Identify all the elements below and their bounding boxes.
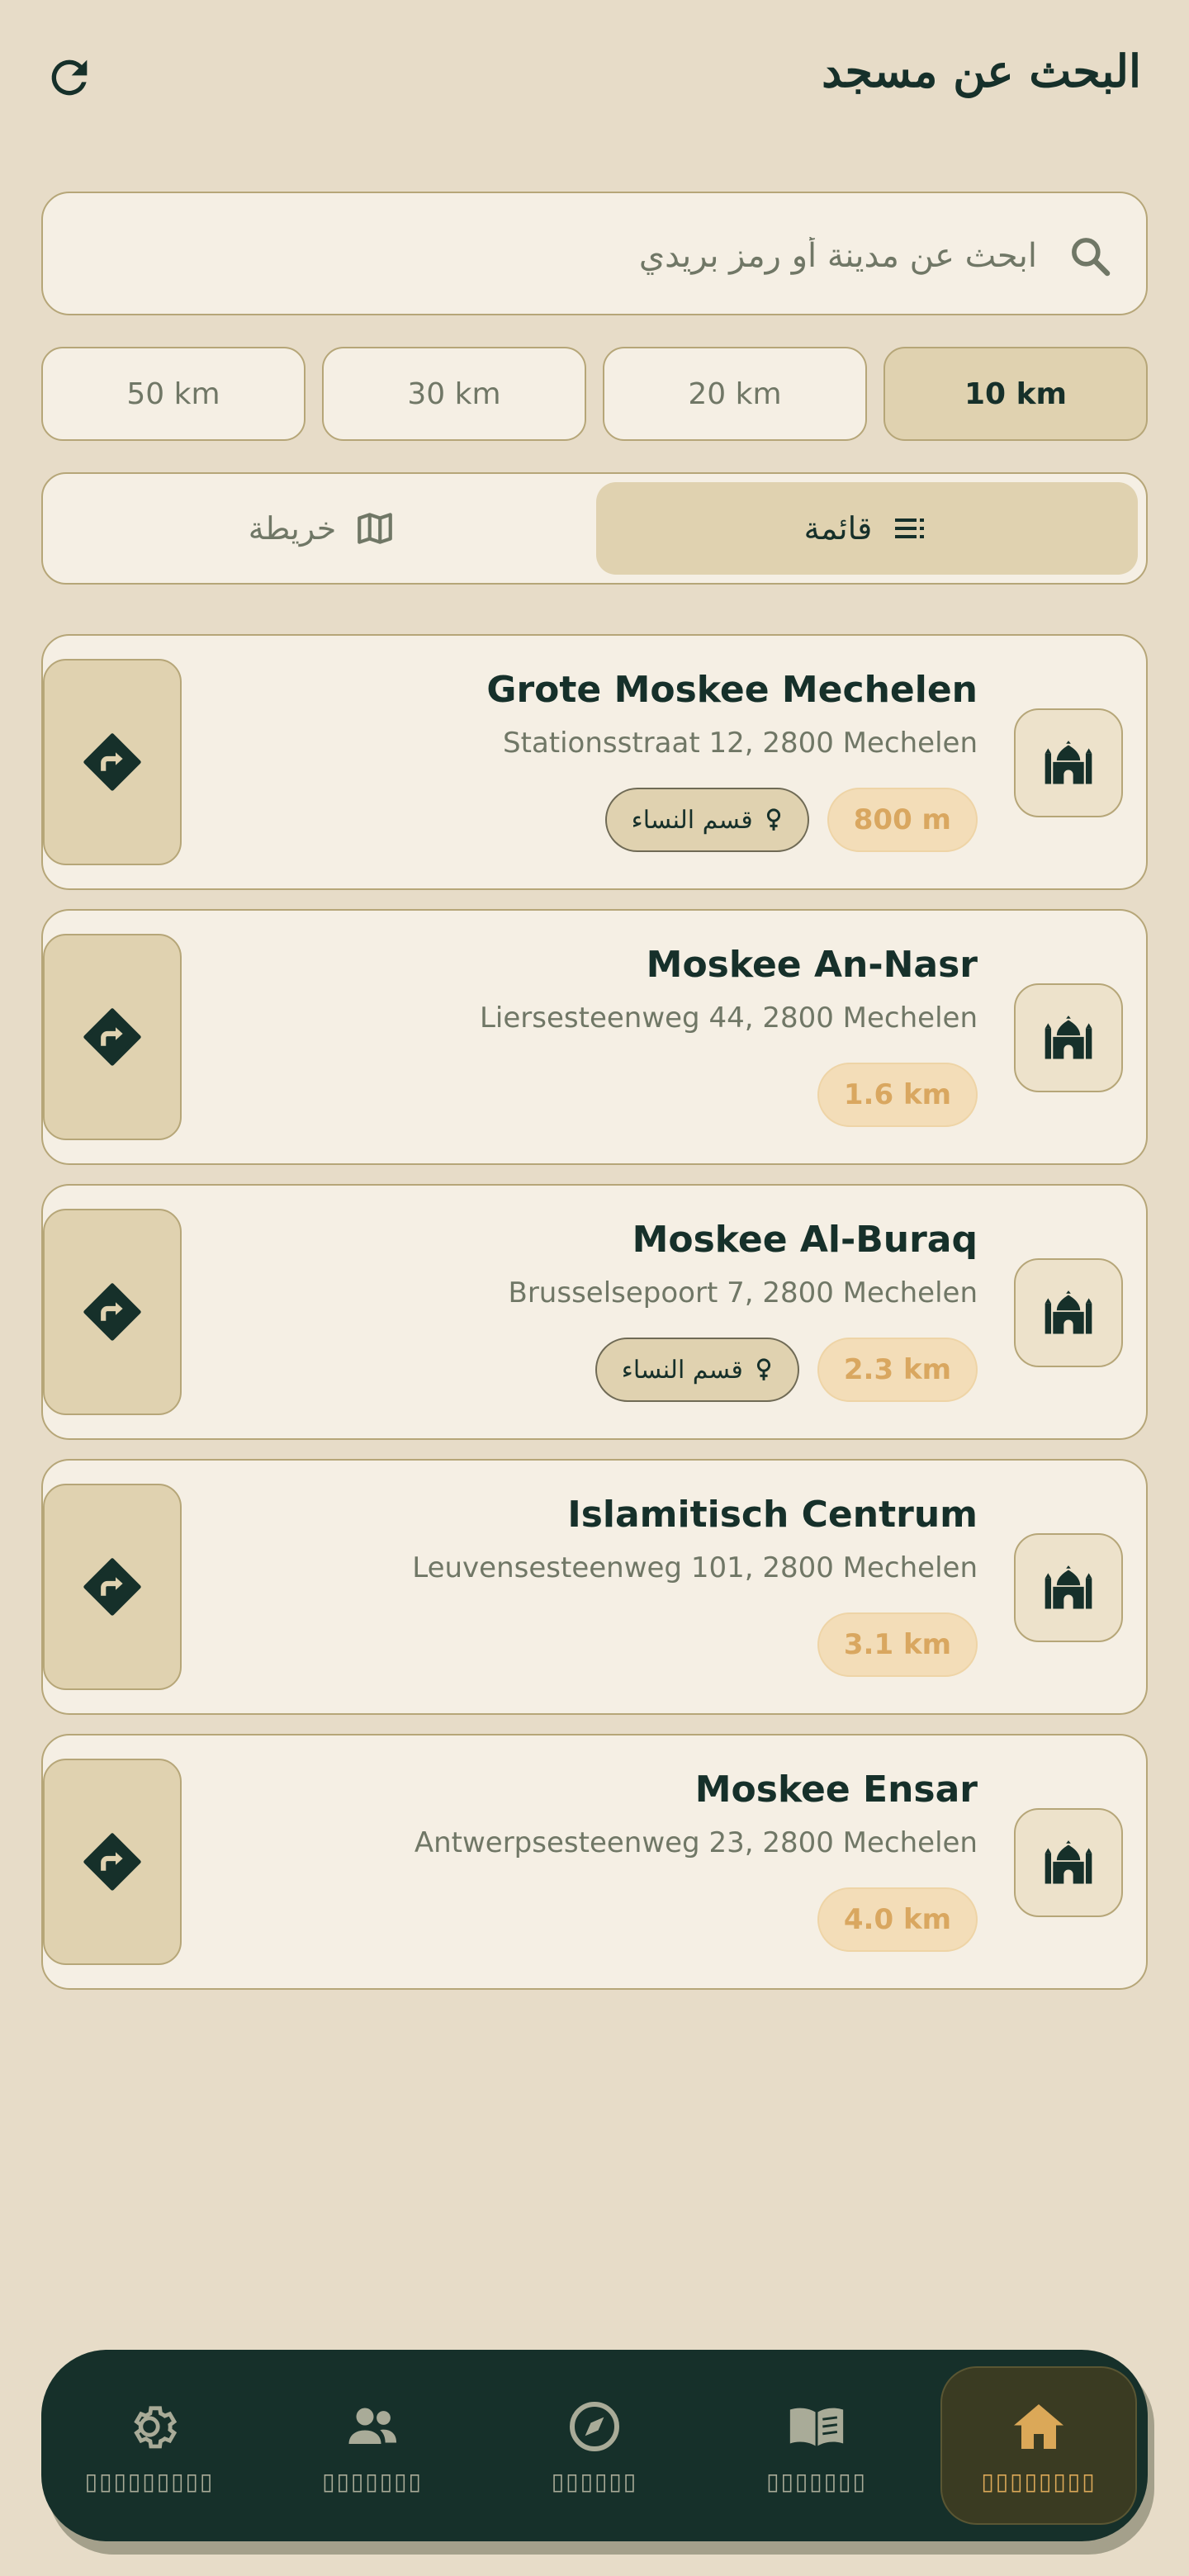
nav-item-community[interactable]: ▯▯▯▯▯▯▯: [274, 2366, 471, 2525]
mosque-card[interactable]: Moskee Ensar Antwerpsesteenweg 23, 2800 M…: [41, 1734, 1148, 1990]
directions-button[interactable]: [43, 1484, 182, 1690]
distance-badge: 800 m: [827, 788, 978, 852]
nav-label-quran: ▯▯▯▯▯▯▯: [766, 2467, 867, 2495]
mosque-badges: 1.6 km: [817, 1063, 978, 1127]
list-view-label: قائمة: [803, 510, 873, 547]
refresh-icon: [51, 59, 88, 96]
nav-label-settings: ▯▯▯▯▯▯▯▯▯: [84, 2467, 215, 2495]
mosque-badges: 2.3 km قسم النساء: [594, 1338, 978, 1402]
bottom-nav: ▯▯▯▯▯▯▯▯▯ ▯▯▯▯▯▯▯ ▯▯▯▯▯▯ ▯▯▯▯▯▯▯ ▯▯▯▯▯▯▯…: [41, 2350, 1148, 2541]
page-title: البحث عن مسجد: [822, 45, 1141, 97]
mosque-address: Liersesteenweg 44, 2800 Mechelen: [479, 1002, 978, 1035]
women-section-label: قسم النساء: [621, 1355, 743, 1385]
radius-chip-20[interactable]: 20 km: [603, 347, 867, 441]
directions-icon: [83, 1833, 141, 1891]
mosque-badges: 4.0 km: [817, 1887, 978, 1952]
mosque-badges: 800 m قسم النساء: [604, 788, 978, 852]
mosque-icon: [1045, 741, 1092, 784]
map-icon: [358, 513, 393, 544]
book-icon: [789, 2408, 844, 2446]
view-toggle: قائمة خريطة: [41, 472, 1148, 585]
list-icon: [895, 519, 925, 538]
women-section-badge: قسم النساء: [604, 788, 809, 852]
people-icon: [348, 2408, 397, 2444]
mosque-card[interactable]: Islamitisch Centrum Leuvensesteenweg 101,…: [41, 1459, 1148, 1715]
compass-icon: [570, 2401, 619, 2451]
nav-label-home: ▯▯▯▯▯▯▯▯: [981, 2467, 1097, 2495]
radius-chip-30[interactable]: 30 km: [322, 347, 586, 441]
nav-item-home[interactable]: ▯▯▯▯▯▯▯▯: [940, 2366, 1137, 2525]
search-input[interactable]: [160, 226, 1039, 286]
directions-button[interactable]: [43, 1759, 182, 1965]
mosque-icon-box: [1014, 1533, 1123, 1642]
list-view-tab[interactable]: قائمة: [596, 482, 1138, 575]
women-section-label: قسم النساء: [631, 805, 753, 835]
mosque-card[interactable]: Moskee An-Nasr Liersesteenweg 44, 2800 Me…: [41, 909, 1148, 1165]
nav-item-qibla[interactable]: ▯▯▯▯▯▯: [496, 2366, 693, 2525]
map-view-tab[interactable]: خريطة: [51, 482, 593, 575]
nav-label-community: ▯▯▯▯▯▯▯: [322, 2467, 423, 2495]
mosque-address: Stationsstraat 12, 2800 Mechelen: [503, 727, 978, 760]
mosque-icon-box: [1014, 708, 1123, 817]
mosque-icon: [1045, 1565, 1092, 1609]
directions-button[interactable]: [43, 659, 182, 865]
distance-badge: 4.0 km: [817, 1887, 978, 1952]
directions-icon: [83, 733, 141, 791]
distance-badge: 3.1 km: [817, 1612, 978, 1677]
mosque-card[interactable]: Moskee Al-Buraq Brusselsepoort 7, 2800 Me…: [41, 1184, 1148, 1440]
mosque-address: Antwerpsesteenweg 23, 2800 Mechelen: [414, 1826, 978, 1859]
nav-item-settings[interactable]: ▯▯▯▯▯▯▯▯▯: [51, 2366, 248, 2525]
mosque-name: Moskee Al-Buraq: [632, 1219, 978, 1261]
directions-button[interactable]: [43, 934, 182, 1140]
radius-chip-10[interactable]: 10 km: [883, 347, 1148, 441]
mosque-icon: [1045, 1840, 1092, 1884]
gear-icon: [134, 2405, 178, 2448]
nav-item-quran[interactable]: ▯▯▯▯▯▯▯: [718, 2366, 915, 2525]
mosque-address: Leuvensesteenweg 101, 2800 Mechelen: [412, 1551, 978, 1584]
refresh-button[interactable]: [40, 48, 99, 107]
mosque-name: Islamitisch Centrum: [567, 1494, 978, 1536]
radius-chip-50[interactable]: 50 km: [41, 347, 306, 441]
mosque-name: Moskee An-Nasr: [646, 944, 978, 986]
mosque-address: Brusselsepoort 7, 2800 Mechelen: [508, 1276, 978, 1309]
directions-icon: [83, 1283, 141, 1341]
mosque-badges: 3.1 km: [817, 1612, 978, 1677]
mosque-icon: [1045, 1290, 1092, 1334]
mosque-icon-box: [1014, 983, 1123, 1092]
female-icon: [756, 1358, 770, 1380]
mosque-icon-box: [1014, 1258, 1123, 1367]
mosque-card[interactable]: Grote Moskee Mechelen Stationsstraat 12, …: [41, 634, 1148, 890]
female-icon: [766, 808, 780, 831]
mosque-icon-box: [1014, 1808, 1123, 1917]
distance-badge: 2.3 km: [817, 1338, 978, 1402]
distance-badge: 1.6 km: [817, 1063, 978, 1127]
directions-icon: [83, 1008, 141, 1066]
search-box[interactable]: [41, 192, 1148, 315]
mosque-name: Grote Moskee Mechelen: [486, 669, 978, 711]
directions-button[interactable]: [43, 1209, 182, 1415]
directions-icon: [83, 1558, 141, 1616]
nav-label-qibla: ▯▯▯▯▯▯: [551, 2467, 638, 2495]
home-icon: [1014, 2403, 1063, 2449]
mosque-icon: [1045, 1016, 1092, 1059]
search-icon: [1067, 233, 1113, 279]
mosque-name: Moskee Ensar: [694, 1769, 978, 1811]
map-view-label: خريطة: [248, 510, 337, 547]
women-section-badge: قسم النساء: [594, 1338, 799, 1402]
